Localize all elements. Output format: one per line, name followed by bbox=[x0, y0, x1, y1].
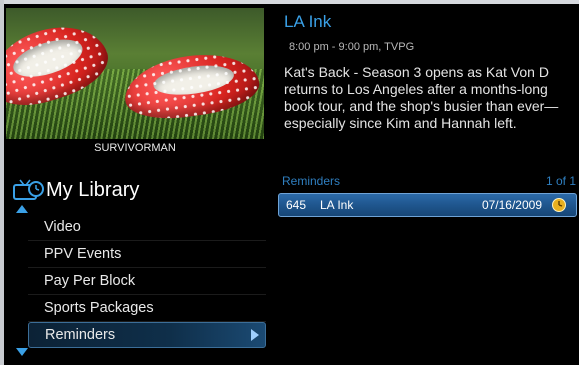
scroll-down-icon[interactable] bbox=[16, 348, 28, 356]
reminders-header-label: Reminders bbox=[282, 174, 341, 188]
reminders-header: Reminders 1 of 1 bbox=[282, 174, 576, 188]
menu-item-label: Video bbox=[44, 219, 81, 235]
clock-icon bbox=[552, 198, 566, 212]
menu-item-video[interactable]: Video bbox=[28, 214, 266, 241]
menu-item-reminders[interactable]: Reminders bbox=[28, 322, 266, 348]
scroll-up-icon[interactable] bbox=[16, 205, 28, 213]
menu-item-label: Reminders bbox=[45, 327, 116, 343]
library-menu: Video PPV Events Pay Per Block Sports Pa… bbox=[28, 214, 266, 348]
reminders-count: 1 of 1 bbox=[545, 174, 576, 188]
library-title: My Library bbox=[46, 179, 140, 201]
reminder-channel: 645 bbox=[286, 198, 307, 212]
menu-item-label: PPV Events bbox=[44, 246, 122, 262]
reminder-row[interactable]: 645 LA Ink 07/16/2009 bbox=[278, 193, 577, 217]
menu-item-sports-packages[interactable]: Sports Packages bbox=[28, 295, 266, 322]
chevron-right-icon bbox=[251, 329, 259, 341]
reminder-date: 07/16/2009 bbox=[481, 198, 542, 212]
program-title: LA Ink bbox=[284, 12, 332, 31]
menu-item-pay-per-block[interactable]: Pay Per Block bbox=[28, 268, 266, 295]
reminder-program-name: LA Ink bbox=[320, 198, 354, 212]
program-description: Kat's Back - Season 3 opens as Kat Von D… bbox=[284, 64, 559, 131]
menu-item-label: Pay Per Block bbox=[44, 273, 136, 289]
top-frame-border bbox=[0, 0, 579, 4]
program-thumbnail bbox=[6, 8, 264, 139]
thumbnail-caption: SURVIVORMAN bbox=[94, 142, 176, 154]
left-frame-border bbox=[0, 0, 4, 365]
program-time: 8:00 pm - 9:00 pm, TVPG bbox=[289, 41, 415, 53]
menu-item-ppv-events[interactable]: PPV Events bbox=[28, 241, 266, 268]
menu-item-label: Sports Packages bbox=[44, 300, 154, 316]
